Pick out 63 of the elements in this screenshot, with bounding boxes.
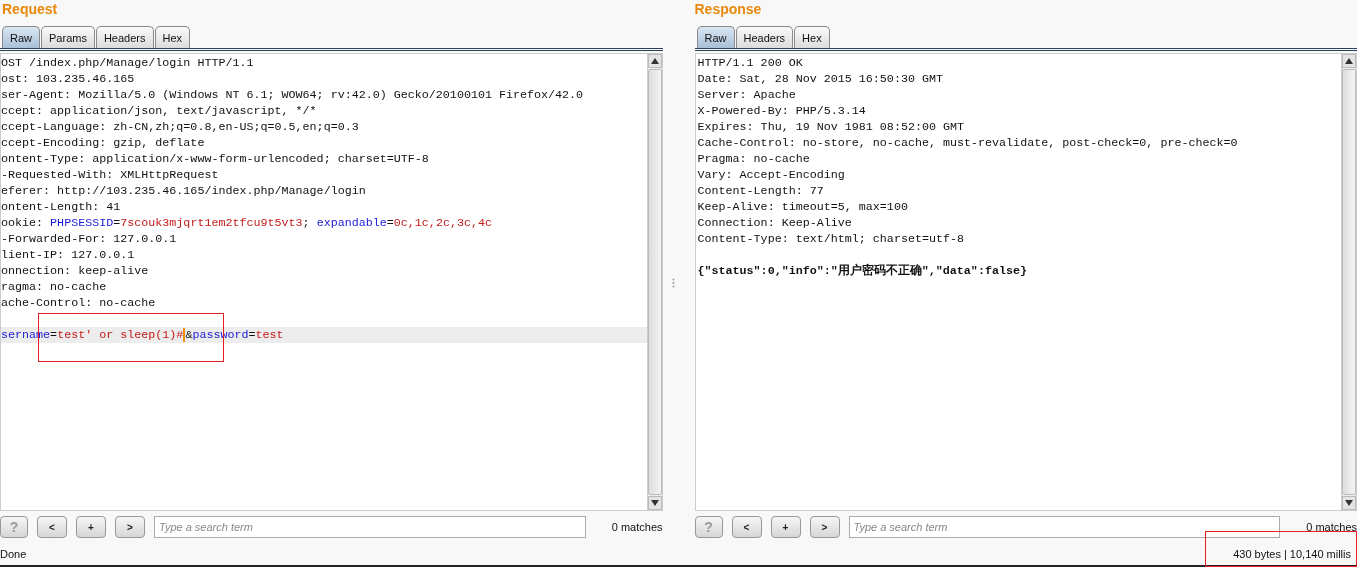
tab[interactable]: Headers [95, 26, 154, 48]
search-nav-button[interactable]: < [37, 516, 67, 538]
scrollbar-thumb[interactable] [1342, 69, 1356, 495]
code-line: ccept-Encoding: gzip, deflate [1, 135, 206, 151]
code-line: ost: 103.235.46.165 [1, 71, 136, 87]
code-line: ontent-Length: 41 [1, 199, 122, 215]
match-count: 0 matches [610, 521, 663, 533]
tab[interactable]: Params [41, 26, 95, 48]
tab[interactable]: Headers [735, 26, 794, 48]
code-line: ragma: no-cache [1, 279, 108, 295]
search-nav-button[interactable]: > [809, 516, 840, 538]
code-line: ccept: application/json, text/javascript, */* [1, 103, 318, 119]
tab[interactable]: Hex [154, 26, 191, 48]
up-arrow-icon [1345, 58, 1353, 64]
split-handle-icon[interactable] [672, 277, 675, 288]
code-line: ccept-Language: zh-CN,zh;q=0.8,en-US;q=0.5,en;q=0.3 [1, 119, 360, 135]
code-line: Connection: Keep-Alive [696, 215, 853, 231]
scroll-up-button[interactable] [1342, 54, 1356, 68]
code-line: Pragma: no-cache [696, 151, 811, 167]
scrollbar-thumb[interactable] [647, 69, 662, 495]
code-line: Expires: Thu, 19 Nov 1981 08:52:00 GMT [696, 119, 966, 135]
tab[interactable]: Raw [2, 26, 40, 48]
code-line: Keep-Alive: timeout=5, max=100 [696, 199, 909, 215]
panel-title: Request [1, 0, 59, 19]
status-text: 430 bytes | 10,140 millis [1233, 547, 1351, 562]
code-line: {"status":0,"info":"用户密码不正确","data":false} [696, 263, 1028, 279]
search-nav-button[interactable]: + [770, 516, 801, 538]
code-line: ontent-Type: application/x-www-form-urlencoded; charset=UTF-8 [1, 151, 430, 167]
scroll-down-button[interactable] [647, 496, 662, 510]
down-arrow-icon [1345, 500, 1353, 506]
scroll-up-button[interactable] [647, 54, 662, 68]
code-line: lient-IP: 127.0.0.1 [1, 247, 136, 263]
code-line: HTTP/1.1 200 OK [696, 55, 804, 71]
down-arrow-icon [650, 500, 659, 506]
status-text: Done [0, 547, 27, 562]
code-line: -Requested-With: XMLHttpRequest [1, 167, 220, 183]
search-field[interactable]: Type a search term [848, 516, 1280, 538]
search-field[interactable]: Type a search term [154, 516, 586, 538]
code-line: OST /index.php/Manage/login HTTP/1.1 [1, 55, 255, 71]
text-cursor [183, 327, 186, 342]
tab[interactable]: Raw [696, 26, 735, 48]
code-line: -Forwarded-For: 127.0.0.1 [1, 231, 178, 247]
search-nav-button[interactable]: > [115, 516, 145, 538]
panel-title: Response [694, 0, 763, 19]
code-line: ser-Agent: Mozilla/5.0 (Windows NT 6.1; WOW64; rv:42.0) Gecko/20100101 Firefox/42.0 [1, 87, 585, 103]
search-nav-button[interactable]: < [731, 516, 762, 538]
code-line: eferer: http://103.235.46.165/index.php/Manage/login [1, 183, 367, 199]
search-nav-button[interactable]: + [76, 516, 106, 538]
code-line: X-Powered-By: PHP/5.3.14 [696, 103, 867, 119]
text-editor[interactable] [0, 53, 663, 511]
code-line: onnection: keep-alive [1, 263, 150, 279]
code-line: Content-Length: 77 [696, 183, 825, 199]
code-line: ookie: PHPSESSID=7scouk3mjqrt1em2tfcu9t5vt3; expandable=0c,1c,2c,3c,4c [1, 215, 493, 231]
tab[interactable]: Hex [794, 26, 830, 48]
code-line: Date: Sat, 28 Nov 2015 16:50:30 GMT [696, 71, 944, 87]
up-arrow-icon [650, 58, 659, 64]
scroll-down-button[interactable] [1342, 496, 1356, 510]
code-line: Vary: Accept-Encoding [696, 167, 846, 183]
code-line: Server: Apache [696, 87, 797, 103]
code-line: ache-Control: no-cache [1, 295, 157, 311]
code-line: Cache-Control: no-store, no-cache, must-revalidate, post-check=0, pre-check=0 [696, 135, 1239, 151]
match-count: 0 matches [1305, 521, 1357, 533]
code-line: Content-Type: text/html; charset=utf-8 [696, 231, 966, 247]
